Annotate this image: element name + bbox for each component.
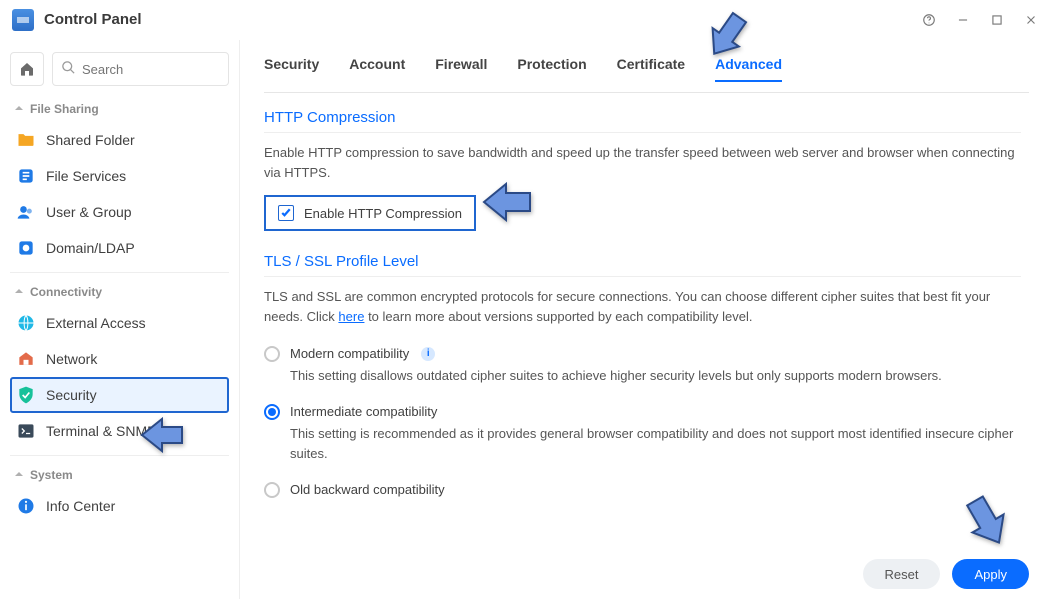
http-compression-desc: Enable HTTP compression to save bandwidt… <box>264 143 1021 183</box>
tab-advanced[interactable]: Advanced <box>715 56 782 82</box>
network-icon <box>16 349 36 369</box>
sidebar-item-info-center[interactable]: Info Center <box>10 488 229 524</box>
radio-unchecked-icon <box>264 482 280 498</box>
section-connectivity[interactable]: Connectivity <box>10 279 229 305</box>
info-icon[interactable]: i <box>421 347 435 361</box>
section-label: System <box>30 468 73 482</box>
section-system[interactable]: System <box>10 462 229 488</box>
enable-http-compression-checkbox-row[interactable]: Enable HTTP Compression <box>264 195 476 231</box>
divider <box>264 276 1021 277</box>
file-services-icon <box>16 166 36 186</box>
chevron-up-icon <box>14 102 24 116</box>
chevron-up-icon <box>14 285 24 299</box>
section-label: File Sharing <box>30 102 99 116</box>
maximize-button[interactable] <box>987 10 1007 30</box>
home-button[interactable] <box>10 52 44 86</box>
tls-ssl-title: TLS / SSL Profile Level <box>264 253 1021 270</box>
close-button[interactable] <box>1021 10 1041 30</box>
checkbox-checked-icon[interactable] <box>278 205 294 221</box>
sidebar-item-file-services[interactable]: File Services <box>10 158 229 194</box>
radio-desc: This setting is recommended as it provid… <box>264 420 1021 472</box>
globe-icon <box>16 313 36 333</box>
radio-old-backward-compatibility[interactable]: Old backward compatibility <box>264 482 1021 498</box>
domain-icon <box>16 238 36 258</box>
sidebar-item-security[interactable]: Security <box>10 377 229 413</box>
sidebar-item-label: External Access <box>46 315 146 331</box>
apply-button[interactable]: Apply <box>952 559 1029 589</box>
main-panel: Security Account Firewall Protection Cer… <box>240 40 1053 599</box>
radio-label: Modern compatibility <box>290 346 409 361</box>
tab-protection[interactable]: Protection <box>517 56 586 82</box>
sidebar-item-external-access[interactable]: External Access <box>10 305 229 341</box>
tab-account[interactable]: Account <box>349 56 405 82</box>
shield-icon <box>16 385 36 405</box>
radio-unchecked-icon <box>264 346 280 362</box>
search-input[interactable] <box>82 62 220 77</box>
divider <box>10 272 229 273</box>
sidebar-item-terminal-snmp[interactable]: Terminal & SNMP <box>10 413 229 449</box>
user-group-icon <box>16 202 36 222</box>
sidebar-item-label: Security <box>46 387 97 403</box>
help-button[interactable] <box>919 10 939 30</box>
http-compression-title: HTTP Compression <box>264 109 1021 126</box>
sidebar-item-network[interactable]: Network <box>10 341 229 377</box>
sidebar-item-label: File Services <box>46 168 126 184</box>
here-link[interactable]: here <box>338 309 364 324</box>
radio-label: Old backward compatibility <box>290 482 445 497</box>
app-logo-icon <box>12 9 34 31</box>
search-icon <box>61 60 82 78</box>
divider <box>264 132 1021 133</box>
window-title: Control Panel <box>44 11 142 28</box>
sidebar-item-label: Domain/LDAP <box>46 240 135 256</box>
sidebar-item-label: Shared Folder <box>46 132 135 148</box>
radio-checked-icon <box>264 404 280 420</box>
radio-label: Intermediate compatibility <box>290 404 437 419</box>
sidebar-item-shared-folder[interactable]: Shared Folder <box>10 122 229 158</box>
title-bar: Control Panel <box>0 0 1053 40</box>
sidebar-item-domain-ldap[interactable]: Domain/LDAP <box>10 230 229 266</box>
sidebar-item-label: Network <box>46 351 97 367</box>
radio-intermediate-compatibility[interactable]: Intermediate compatibility <box>264 404 1021 420</box>
sidebar-item-user-group[interactable]: User & Group <box>10 194 229 230</box>
section-file-sharing[interactable]: File Sharing <box>10 96 229 122</box>
folder-icon <box>16 130 36 150</box>
chevron-up-icon <box>14 468 24 482</box>
reset-button[interactable]: Reset <box>863 559 941 589</box>
tab-security[interactable]: Security <box>264 56 319 82</box>
terminal-icon <box>16 421 36 441</box>
footer-buttons: Reset Apply <box>863 559 1030 589</box>
tab-firewall[interactable]: Firewall <box>435 56 487 82</box>
info-icon <box>16 496 36 516</box>
section-label: Connectivity <box>30 285 102 299</box>
tls-ssl-desc: TLS and SSL are common encrypted protoco… <box>264 287 1021 327</box>
divider <box>10 455 229 456</box>
radio-modern-compatibility[interactable]: Modern compatibility i <box>264 346 1021 362</box>
sidebar: File Sharing Shared Folder File Services… <box>0 40 240 599</box>
minimize-button[interactable] <box>953 10 973 30</box>
tab-bar: Security Account Firewall Protection Cer… <box>264 40 1029 93</box>
search-box[interactable] <box>52 52 229 86</box>
sidebar-item-label: Terminal & SNMP <box>46 423 156 439</box>
sidebar-item-label: Info Center <box>46 498 115 514</box>
content-scroll[interactable]: HTTP Compression Enable HTTP compression… <box>264 93 1029 523</box>
checkbox-label: Enable HTTP Compression <box>304 206 462 221</box>
tab-certificate[interactable]: Certificate <box>617 56 685 82</box>
sidebar-item-label: User & Group <box>46 204 132 220</box>
radio-desc: This setting disallows outdated cipher s… <box>264 362 1021 394</box>
